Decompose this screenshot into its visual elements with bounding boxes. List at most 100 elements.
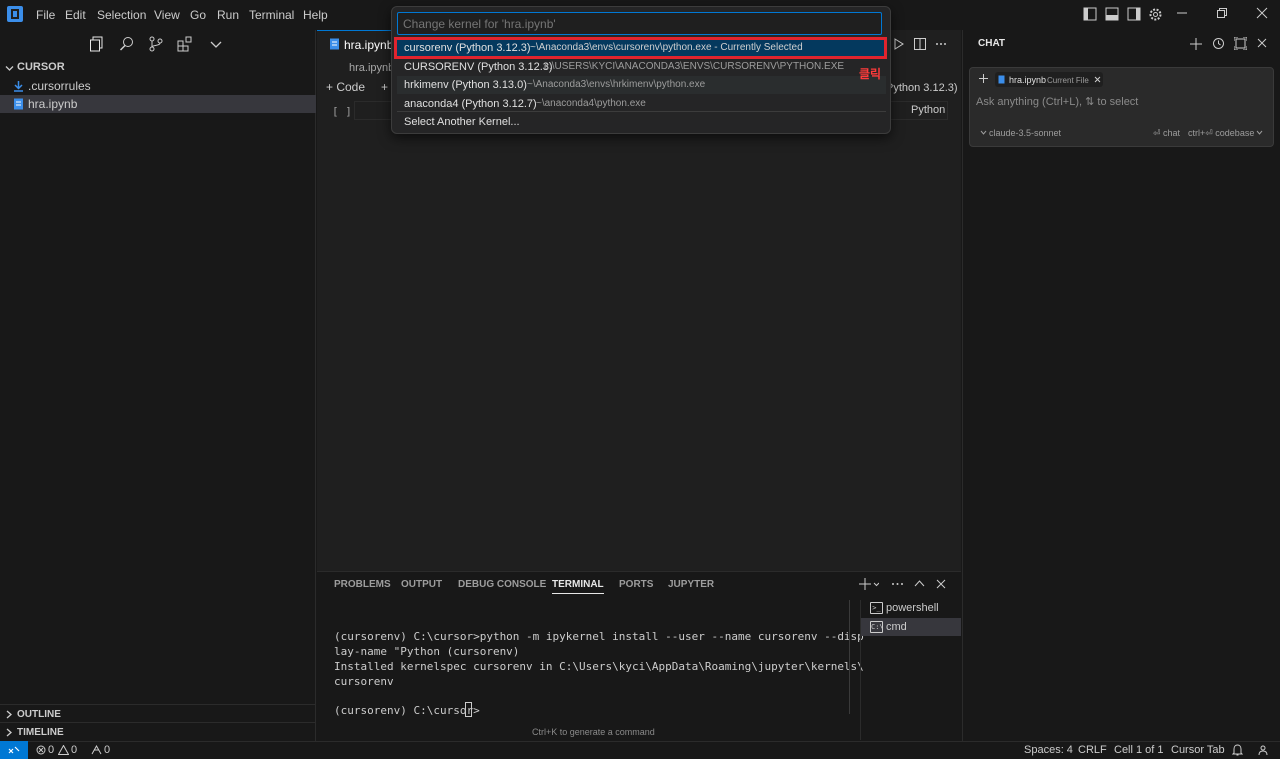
toggle-secondary-sidebar-icon[interactable] xyxy=(1127,7,1143,23)
menu-selection[interactable]: Selection xyxy=(97,8,146,22)
app-logo-icon xyxy=(7,6,23,22)
chevron-down-icon xyxy=(1256,130,1263,136)
close-chat-icon[interactable] xyxy=(1257,38,1267,48)
outline-label: OUTLINE xyxy=(17,709,61,720)
kernel-option-cursorenv-upper[interactable]: CURSORENV (Python 3.12.3) c:\USERS\KYCI\… xyxy=(397,58,886,76)
cell-status[interactable]: Cell 1 of 1 xyxy=(1114,744,1164,756)
chevron-down-icon[interactable] xyxy=(208,36,224,52)
account-icon[interactable] xyxy=(1258,745,1268,755)
add-context-icon[interactable] xyxy=(979,74,988,83)
chat-submit-button[interactable]: ⏎ chat xyxy=(1153,128,1180,139)
terminal-label: powershell xyxy=(886,602,939,614)
error-count[interactable]: 0 xyxy=(48,744,54,756)
file-label: hra.ipynb xyxy=(28,97,78,111)
warning-count[interactable]: 0 xyxy=(71,744,77,756)
explorer-folder-title[interactable]: CURSOR xyxy=(17,61,65,73)
error-icon xyxy=(36,745,46,755)
kernel-name: CURSORENV (Python 3.12.3) xyxy=(404,61,553,73)
restore-icon[interactable] xyxy=(1216,7,1232,23)
ports-icon xyxy=(91,745,102,755)
menu-terminal[interactable]: Terminal xyxy=(249,8,294,22)
tab-jupyter[interactable]: JUPYTER xyxy=(668,579,714,590)
breadcrumb[interactable]: hra.ipynb xyxy=(349,62,394,74)
chat-title: CHAT xyxy=(978,38,1006,49)
search-icon[interactable] xyxy=(119,36,135,52)
remove-context-icon[interactable] xyxy=(1094,76,1101,83)
menu-file[interactable]: File xyxy=(36,8,55,22)
tab-output[interactable]: OUTPUT xyxy=(401,579,442,590)
terminal-icon: >_ xyxy=(870,602,883,614)
terminal-line: (cursorenv) C:\cursor>python -m ipykerne… xyxy=(334,630,864,643)
kernel-search-input[interactable] xyxy=(397,12,882,35)
file-cursorrules[interactable]: .cursorrules xyxy=(0,77,316,95)
kernel-option-hrkimenv[interactable]: hrkimenv (Python 3.13.0) ~\Anaconda3\env… xyxy=(397,76,886,94)
highlight-box xyxy=(394,37,887,59)
terminal-line: lay-name "Python (cursorenv) xyxy=(334,645,520,658)
kernel-path: ~\anaconda4\python.exe xyxy=(536,98,646,109)
indentation-status[interactable]: Spaces: 4 xyxy=(1024,744,1073,756)
chat-input-placeholder: Ask anything (Ctrl+L), ⇅ to select xyxy=(976,96,1139,108)
tab-label: hra.ipynb xyxy=(344,38,394,52)
terminal-scrollbar[interactable] xyxy=(849,600,850,714)
menu-edit[interactable]: Edit xyxy=(65,8,86,22)
bell-icon[interactable] xyxy=(1232,744,1243,756)
codebase-submit-button[interactable]: ctrl+⏎ codebase xyxy=(1188,128,1254,139)
new-chat-icon[interactable] xyxy=(1190,38,1202,50)
timeline-label: TIMELINE xyxy=(17,727,64,738)
context-file-tag: Current File xyxy=(1047,76,1089,85)
tab-problems[interactable]: PROBLEMS xyxy=(334,579,391,590)
history-icon[interactable] xyxy=(1212,37,1225,50)
cell-execution-count: [ ] xyxy=(332,105,352,118)
eol-status[interactable]: CRLF xyxy=(1078,744,1107,756)
kernel-name: anaconda4 (Python 3.12.7) xyxy=(404,98,537,110)
chevron-down-icon xyxy=(5,64,14,73)
minimize-icon[interactable] xyxy=(1176,7,1192,23)
divider xyxy=(397,111,886,112)
run-all-icon[interactable] xyxy=(893,38,905,50)
add-markdown-cell-button[interactable]: + xyxy=(381,80,388,94)
toggle-panel-icon[interactable] xyxy=(1105,7,1121,23)
model-selector[interactable]: claude-3.5-sonnet xyxy=(989,128,1061,138)
close-panel-icon[interactable] xyxy=(936,579,946,589)
add-code-cell-button[interactable]: + Code xyxy=(326,80,365,94)
close-window-icon[interactable] xyxy=(1256,7,1272,23)
ports-count[interactable]: 0 xyxy=(104,744,110,756)
plus-icon: + xyxy=(326,80,337,94)
more-actions-icon[interactable] xyxy=(891,582,904,586)
sidebar xyxy=(0,30,316,741)
more-actions-icon[interactable] xyxy=(935,42,947,46)
extensions-icon[interactable] xyxy=(177,36,193,52)
plus-icon: + xyxy=(381,80,389,94)
maximize-panel-icon[interactable] xyxy=(914,579,925,587)
menu-go[interactable]: Go xyxy=(190,8,206,22)
terminal-hint: Ctrl+K to generate a command xyxy=(532,727,655,737)
source-control-icon[interactable] xyxy=(148,36,164,52)
explorer-icon[interactable] xyxy=(89,36,105,52)
kernel-name: Select Another Kernel... xyxy=(404,116,520,128)
remote-indicator[interactable] xyxy=(0,741,28,759)
tab-ports[interactable]: PORTS xyxy=(619,579,653,590)
maximize-chat-icon[interactable] xyxy=(1234,37,1247,50)
split-editor-icon[interactable] xyxy=(914,38,926,50)
file-hra-ipynb[interactable]: hra.ipynb xyxy=(0,95,316,113)
menu-help[interactable]: Help xyxy=(303,8,328,22)
outline-section[interactable]: OUTLINE xyxy=(0,704,316,723)
toggle-sidebar-icon[interactable] xyxy=(1083,7,1099,23)
cell-language-label[interactable]: Python xyxy=(911,104,945,116)
settings-gear-icon[interactable] xyxy=(1148,7,1164,23)
new-terminal-icon[interactable] xyxy=(859,578,879,590)
terminal-cursor xyxy=(465,702,472,717)
kernel-picker[interactable]: Python 3.12.3) xyxy=(886,82,958,94)
timeline-section[interactable]: TIMELINE xyxy=(0,722,316,741)
cursor-tab-status[interactable]: Cursor Tab xyxy=(1171,744,1225,756)
terminal-item-powershell[interactable]: >_ powershell xyxy=(861,599,961,617)
tab-debug-console[interactable]: DEBUG CONSOLE xyxy=(458,579,546,590)
notebook-file-icon xyxy=(329,38,340,50)
warning-icon xyxy=(58,745,69,755)
select-another-kernel[interactable]: Select Another Kernel... xyxy=(397,113,886,131)
menu-run[interactable]: Run xyxy=(217,8,239,22)
menu-view[interactable]: View xyxy=(154,8,180,22)
tab-terminal[interactable]: TERMINAL xyxy=(552,579,604,594)
terminal-prompt[interactable]: (cursorenv) C:\cursor> xyxy=(334,704,480,717)
terminal-item-cmd[interactable]: C:\ cmd xyxy=(861,618,961,636)
